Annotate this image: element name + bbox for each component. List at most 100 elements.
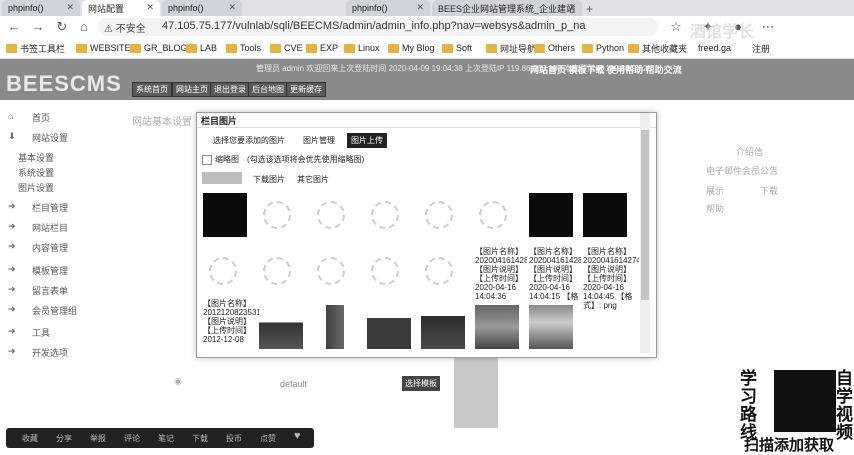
select-template-button[interactable]: 选择模板	[402, 376, 440, 391]
tab-image-upload[interactable]: 图片上传	[347, 133, 387, 148]
toolbar-item[interactable]: 下载	[192, 433, 208, 444]
tab-phpinfo-3[interactable]: phpinfo() ✕	[346, 0, 430, 16]
sidebar-item[interactable]: 栏目管理	[32, 201, 68, 214]
header-button[interactable]: 退出登录	[210, 82, 250, 97]
caption-line: 【上传时间】	[529, 274, 577, 283]
toolbar-item[interactable]: 分享	[56, 433, 72, 444]
bookmark-item[interactable]: GR_BLOG	[130, 41, 188, 55]
header-button[interactable]: 网站主页	[172, 82, 212, 97]
top-link[interactable]: 网站首页	[530, 65, 566, 75]
arrow-right-icon: ➜	[8, 264, 16, 274]
caption-line: 【图片说明】	[529, 265, 577, 274]
scrollbar-thumb[interactable]	[641, 130, 649, 300]
tab-select-image[interactable]: 选择您要添加的图片	[213, 135, 285, 146]
toolbar-item[interactable]: 举报	[90, 433, 106, 444]
sidebar-item[interactable]: 网站设置	[32, 131, 68, 144]
tab-image-manage[interactable]: 图片管理	[303, 135, 335, 146]
image-thumbnail[interactable]	[529, 193, 573, 237]
sidebar-subitem[interactable]: 基本设置	[18, 151, 54, 164]
subtab-active[interactable]	[202, 172, 242, 184]
tab-bees[interactable]: BEES企业网站管理系统_企业建站 ✕	[432, 0, 582, 16]
machine-image[interactable]	[367, 305, 411, 349]
bookmark-item[interactable]: WEBSITES	[76, 41, 137, 55]
arrow-right-icon: ➜	[8, 241, 16, 251]
star-icon[interactable]: ☆	[668, 19, 684, 35]
bookmark-item[interactable]: Soft	[442, 41, 472, 55]
bookmark-item[interactable]: CVE	[270, 41, 303, 55]
menu-icon[interactable]: ⋯	[760, 19, 776, 35]
top-links: 网站首页 模板下载 使用帮助 帮助交流	[530, 63, 682, 76]
image-thumbnail[interactable]	[583, 193, 627, 237]
checkbox-label: 缩略图	[215, 155, 239, 164]
thumbnail-checkbox[interactable]	[202, 155, 212, 165]
right-text: 展示	[706, 186, 725, 196]
bookmark-label: Soft	[456, 43, 473, 53]
back-icon[interactable]: ←	[6, 19, 22, 35]
toolbar-item[interactable]: 投币	[226, 433, 242, 444]
close-icon[interactable]: ✕	[66, 2, 74, 13]
bookmark-item[interactable]: Python	[582, 41, 624, 55]
checkbox-hint: (勾选该选项将会优先使用缩略图)	[247, 155, 365, 164]
folder-icon	[344, 43, 355, 53]
close-icon[interactable]: ✕	[146, 2, 154, 13]
header-button[interactable]: 后台地图	[248, 82, 288, 97]
folder-icon	[186, 43, 197, 53]
subtab-other[interactable]: 其它图片	[297, 174, 329, 185]
top-link[interactable]: 帮助交流	[646, 65, 682, 75]
new-tab-icon[interactable]: +	[586, 2, 593, 16]
tab-phpinfo-1[interactable]: phpinfo() ✕	[2, 0, 80, 16]
sidebar-subitem[interactable]: 系统设置	[18, 166, 54, 179]
forward-icon[interactable]: →	[30, 19, 46, 35]
machine-image[interactable]	[529, 305, 573, 349]
sidebar-item[interactable]: 工具	[32, 326, 50, 339]
sidebar-item[interactable]: 开发选项	[32, 346, 68, 359]
sidebar-item[interactable]: 网站栏目	[32, 221, 68, 234]
bookmark-item[interactable]: 其他收藏夹	[628, 41, 687, 55]
bookmark-item[interactable]: EXP	[306, 41, 338, 55]
machine-image[interactable]	[475, 305, 519, 349]
sidebar-item[interactable]: 模板管理	[32, 264, 68, 277]
sidebar-item[interactable]: 会员管理组	[32, 304, 77, 317]
machine-image[interactable]	[313, 305, 357, 349]
close-icon[interactable]: ✕	[228, 2, 236, 13]
subtab-download[interactable]: 下载图片	[253, 174, 285, 185]
security-warning[interactable]: ⚠ 不安全	[104, 20, 146, 35]
bookmark-item[interactable]: 书签工具栏	[6, 41, 65, 55]
toolbar-item[interactable]: 评论	[124, 433, 140, 444]
home-icon[interactable]: ⌂	[76, 19, 92, 35]
machine-image[interactable]	[259, 305, 303, 349]
header-button[interactable]: 更新缓存	[286, 82, 326, 97]
sidebar-subitem[interactable]: 图片设置	[18, 181, 54, 194]
caption-line: 14:04:36	[475, 292, 507, 301]
sidebar-item[interactable]: 内容管理	[32, 241, 68, 254]
bookmark-item[interactable]: 网址导航	[486, 41, 536, 55]
tab-site-config[interactable]: 网站配置 ✕	[82, 0, 160, 16]
heart-icon[interactable]: ♥	[294, 430, 301, 442]
bookmark-label: LAB	[200, 43, 218, 53]
bookmark-item[interactable]: 注册	[752, 41, 770, 55]
sidebar-item[interactable]: 留言表单	[32, 284, 68, 297]
radio-icon[interactable]: ◉	[174, 376, 182, 387]
loading-icon	[371, 257, 399, 285]
toolbar-item[interactable]: 笔记	[158, 433, 174, 444]
caption-line: 【图片名称】	[203, 299, 251, 308]
toolbar-item[interactable]: 点赞	[260, 433, 276, 444]
close-icon[interactable]: ✕	[568, 2, 576, 13]
bookmark-item[interactable]: Tools	[226, 41, 261, 55]
tab-phpinfo-2[interactable]: phpinfo() ✕	[162, 0, 242, 16]
sidebar-item[interactable]: 首页	[32, 111, 50, 124]
reload-icon[interactable]: ↻	[54, 19, 70, 35]
bookmark-item[interactable]: My Blog	[388, 41, 435, 55]
top-link[interactable]: 模板下载	[569, 65, 605, 75]
bookmark-item[interactable]: Others	[534, 41, 575, 55]
header-button[interactable]: 系统首页	[132, 82, 172, 97]
bookmark-item[interactable]: freed.ga	[698, 41, 731, 55]
address-bar[interactable]: ⚠ 不安全 47.105.75.177/vulnlab/sqli/BEECMS/…	[98, 18, 658, 36]
top-link[interactable]: 使用帮助	[607, 65, 643, 75]
bookmark-item[interactable]: LAB	[186, 41, 217, 55]
toolbar-item[interactable]: 收藏	[22, 433, 38, 444]
image-thumbnail[interactable]	[203, 193, 247, 237]
machine-image[interactable]	[421, 305, 465, 349]
close-icon[interactable]: ✕	[416, 2, 424, 13]
bookmark-item[interactable]: Linux	[344, 41, 380, 55]
